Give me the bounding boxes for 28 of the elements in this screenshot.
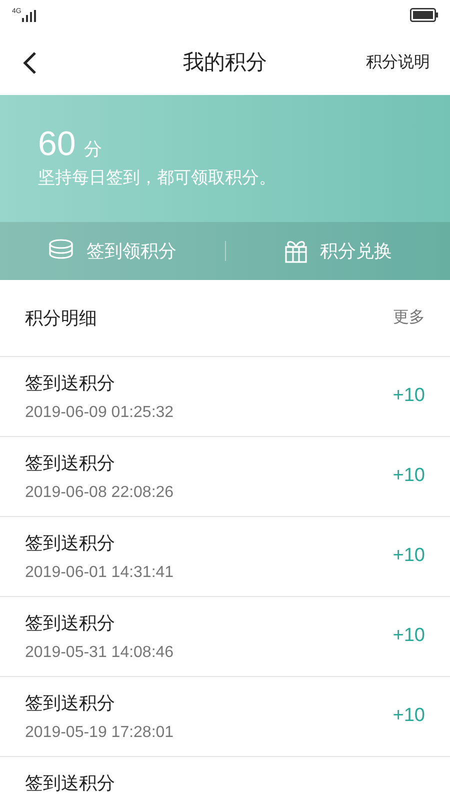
record-amount: +10 [392, 384, 425, 408]
back-icon [22, 50, 38, 74]
record-time: 2019-06-01 14:31:41 [25, 563, 174, 583]
battery-icon [410, 8, 438, 22]
points-action-button[interactable]: 积分兑换 [226, 222, 450, 280]
points-unit: 分 [84, 140, 102, 158]
record-title: 签到送积分 [25, 612, 116, 635]
record-time: 2019-05-31 14:08:46 [25, 643, 174, 663]
section-title: 积分明细 [25, 306, 97, 330]
record-amount: +10 [392, 464, 425, 488]
gift-icon [284, 238, 308, 264]
points-info-link[interactable]: 积分说明 [366, 50, 430, 74]
record-title: 签到送积分 [25, 532, 116, 555]
more-link[interactable]: 更多 [393, 306, 425, 330]
record-title: 签到送积分 [25, 452, 116, 475]
record-time: 2019-05-19 17:28:01 [25, 723, 174, 743]
record-amount: +10 [392, 544, 425, 568]
record-title: 签到送积分 [25, 692, 116, 715]
record-title: 签到送积分 [25, 772, 115, 795]
record-title: 签到送积分 [25, 372, 116, 395]
points-hint: 坚持每日签到，都可领取积分。 [38, 166, 277, 189]
points-value: 60 [38, 126, 76, 161]
record-time: 2019-06-09 01:25:32 [25, 403, 174, 423]
record-amount: +10 [392, 704, 425, 728]
signal-icon [22, 10, 36, 22]
record-time: 2019-06-08 22:08:26 [25, 483, 174, 503]
page-title: 我的积分 [183, 50, 267, 76]
record-amount: +10 [392, 624, 425, 648]
